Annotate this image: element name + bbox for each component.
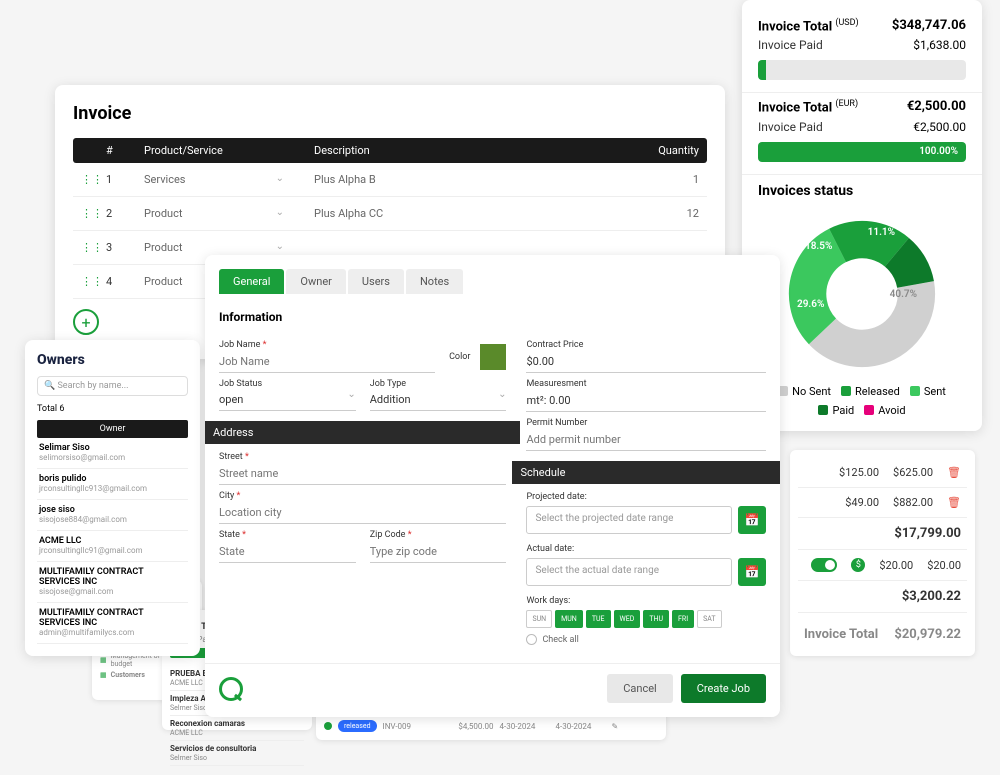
owners-search-input[interactable]: 🔍 Search by name... [37,376,188,396]
form-tabs: General Owner Users Notes [205,255,780,294]
street-input[interactable] [219,463,506,485]
create-job-button[interactable]: Create Job [681,674,766,703]
job-type-select[interactable] [370,389,498,410]
dollar-icon: $ [851,558,865,572]
job-status-select[interactable] [219,389,347,410]
street-label: Street * [219,452,506,462]
workdays-picker: SUNMUNTUEWEDTHUFRISAT [526,610,766,628]
list-item: $3,200.22 [798,581,967,613]
table-row[interactable]: ⋮⋮1Services⌄Plus Alpha B1 [73,163,707,197]
day-toggle[interactable]: SAT [697,610,721,628]
schedule-bar: Schedule [512,461,780,484]
calendar-icon[interactable]: 📅 [738,506,766,534]
list-item[interactable]: boris pulidojrconsultingllc913@gmail.com [37,469,188,500]
permit-label: Permit Number [526,418,766,428]
zip-label: Zip Code * [370,530,507,540]
day-toggle[interactable]: WED [614,610,641,628]
owners-total: Total 6 [37,404,188,414]
app-logo-icon [219,677,243,701]
invoice-title: Invoice [73,103,707,124]
job-type-label: Job Type [370,379,507,389]
day-toggle[interactable]: FRI [672,610,694,628]
list-item: $49.00$882.00🗑 [798,488,967,518]
day-toggle[interactable]: THU [643,610,669,628]
invoice-total-value: $20,979.22 [894,627,961,642]
list-item: releasedINV-009$4,500.004-30-20244-30-20… [324,718,658,734]
eur-paid-label: Invoice Paid [758,120,823,134]
day-toggle[interactable]: SUN [526,610,552,628]
list-item[interactable]: Selimar Sisoselimorsiso@gmail.com [37,438,188,469]
measurement-label: Measuresment [526,379,766,389]
trash-icon[interactable]: 🗑 [947,496,961,509]
invoice-table-header: #Product/ServiceDescriptionQuantity [73,138,707,163]
job-name-input[interactable] [219,351,435,373]
check-all-label: Check all [542,635,578,645]
tab-notes[interactable]: Notes [406,269,463,294]
owners-panel: Owners 🔍 Search by name... Total 6 Owner… [25,340,200,656]
calendar-icon[interactable]: 📅 [738,558,766,586]
chevron-down-icon: ⌄ [347,389,355,410]
status-legend: No Sent Released Sent Paid Avoid [758,385,966,417]
usd-progress [758,60,966,80]
trash-icon[interactable]: 🗑 [947,466,961,479]
state-input[interactable] [219,541,356,563]
owners-header: Owner [37,420,188,438]
information-heading: Information [219,310,766,324]
measurement-input[interactable] [526,390,766,412]
workdays-label: Work days: [526,596,766,606]
list-item[interactable]: MULTIFAMILY CONTRACT SERVICES INCadmin@m… [37,603,188,644]
projected-date-input[interactable]: Select the projected date range [526,506,732,534]
list-item[interactable]: jose sisosisojose884@gmail.com [37,500,188,531]
list-item: $$20.00$20.00 [798,550,967,581]
contract-input[interactable] [526,351,766,373]
table-row[interactable]: ⋮⋮2Product⌄Plus Alpha CC12 [73,197,707,231]
job-form-panel: General Owner Users Notes Information Jo… [205,255,780,717]
invoice-total-label: Invoice Total [804,627,878,642]
discount-toggle[interactable] [811,558,837,572]
job-name-label: Job Name * [219,340,435,350]
job-status-label: Job Status [219,379,356,389]
status-title: Invoices status [758,183,966,199]
actual-label: Actual date: [526,544,766,554]
usd-total-label: Invoice Total (USD) [758,18,859,34]
add-row-button[interactable]: + [73,309,99,335]
tab-general[interactable]: General [219,269,284,294]
side-totals-panel: $125.00$625.00🗑$49.00$882.00🗑$17,799.00$… [790,450,975,656]
eur-total-value: €2,500.00 [907,99,966,115]
state-label: State * [219,530,356,540]
city-input[interactable] [219,502,506,524]
actual-date-input[interactable]: Select the actual date range [526,558,732,586]
usd-paid-value: $1,638.00 [913,38,966,52]
address-bar: Address [205,421,520,444]
color-swatch[interactable] [480,344,506,370]
color-label: Color [449,352,470,362]
owners-title: Owners [37,352,188,368]
list-item[interactable]: MULTIFAMILY CONTRACT SERVICES INCsisojos… [37,562,188,603]
day-toggle[interactable]: TUE [586,610,611,628]
cancel-button[interactable]: Cancel [607,674,672,703]
list-item: $17,799.00 [798,518,967,550]
chevron-down-icon: ⌄ [498,389,506,410]
tab-users[interactable]: Users [348,269,404,294]
list-item[interactable]: ACME LLCjrconsultingllc91@gmail.com [37,531,188,562]
usd-paid-label: Invoice Paid [758,38,823,52]
status-donut-chart: 11.1% 18.5% 29.6% 40.7% [777,209,947,379]
day-toggle[interactable]: MUN [555,610,583,628]
eur-total-label: Invoice Total (EUR) [758,99,858,115]
list-item: $125.00$625.00🗑 [798,458,967,488]
zip-input[interactable] [370,541,507,563]
city-label: City * [219,491,506,501]
tab-owner[interactable]: Owner [286,269,345,294]
check-all-checkbox[interactable] [526,634,537,645]
projected-label: Projected date: [526,492,766,502]
eur-paid-value: €2,500.00 [913,120,966,134]
permit-input[interactable] [526,429,766,451]
contract-label: Contract Price [526,340,766,350]
usd-total-value: $348,747.06 [892,18,966,34]
eur-progress: 100.00% [758,142,966,162]
